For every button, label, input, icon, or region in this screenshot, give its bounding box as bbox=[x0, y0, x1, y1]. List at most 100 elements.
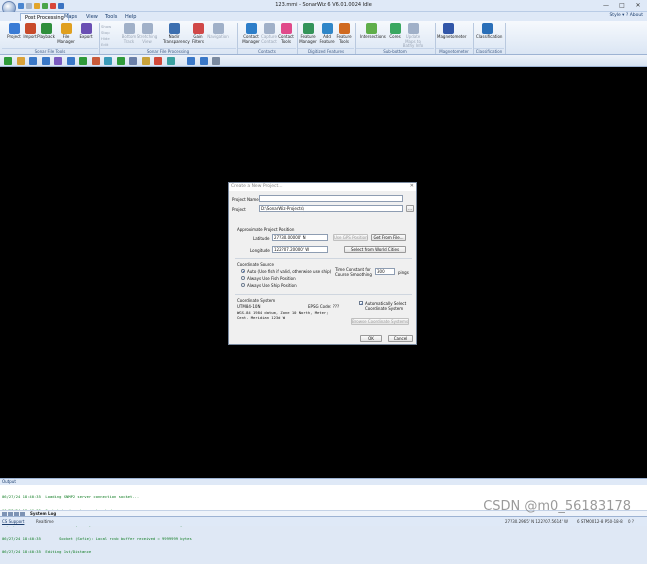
stretching-icon bbox=[141, 23, 153, 34]
dialog-close-icon[interactable]: ✕ bbox=[410, 183, 414, 189]
pan-icon[interactable] bbox=[16, 57, 25, 65]
tab-maps[interactable]: Maps bbox=[60, 13, 81, 21]
ribbon-button-classification[interactable]: Classification bbox=[476, 23, 502, 47]
contact-icon bbox=[280, 23, 292, 34]
radio-auto-label: Auto (Use fish if valid, otherwise use s… bbox=[247, 269, 332, 274]
measure-icon[interactable] bbox=[91, 57, 100, 65]
refresh-icon[interactable] bbox=[79, 57, 87, 65]
time-constant-input[interactable]: 300 bbox=[375, 268, 395, 275]
group-digitized-features: Digitized Features bbox=[298, 48, 354, 54]
status-support-link[interactable]: CS Support bbox=[2, 519, 24, 524]
ribbon: Project Import Playback File Manager Export B… bbox=[0, 21, 647, 55]
radio-fish[interactable] bbox=[241, 276, 245, 280]
auto-select-cs-checkbox[interactable]: ✓ bbox=[359, 301, 363, 306]
coordinate-system-title: Coordinate System bbox=[237, 298, 276, 303]
intersections-icon bbox=[365, 23, 377, 34]
longitude-input[interactable]: 122?07.20000' W bbox=[272, 246, 328, 253]
ribbon-button-label: File Manager bbox=[57, 34, 75, 44]
minimize-button[interactable]: — bbox=[598, 1, 614, 10]
radio-ship[interactable] bbox=[241, 283, 245, 287]
use-gps-position-button[interactable]: Use GPS Position bbox=[333, 234, 368, 241]
ribbon-button-label: Gain Filters bbox=[192, 34, 204, 44]
section-divider bbox=[235, 258, 412, 259]
project-name-input[interactable] bbox=[259, 195, 403, 202]
ribbon-button-nadir-transparency[interactable]: Nadir Transparency bbox=[163, 23, 190, 47]
epsg-code-label: EPSG Code: ??? bbox=[308, 304, 340, 309]
radio-auto[interactable] bbox=[241, 269, 245, 273]
ribbon-button-label: Nadir Transparency bbox=[163, 34, 190, 44]
mosaic-icon[interactable] bbox=[166, 57, 175, 65]
status-mode: Realtime bbox=[36, 519, 54, 524]
track-icon[interactable] bbox=[154, 57, 162, 65]
browse-folder-button[interactable]: ... bbox=[406, 205, 414, 212]
radio-ship-label: Always Use Ship Position bbox=[247, 283, 297, 288]
ribbon-button-label: Update Maps to Bathy Info bbox=[402, 34, 424, 48]
status-extra: 0 ? bbox=[628, 519, 634, 524]
ribbon-tabs: Post Processing Maps View Tools Help Sty… bbox=[0, 12, 647, 21]
zoom-window-icon[interactable] bbox=[66, 57, 75, 65]
pings-unit-label: pings bbox=[398, 270, 409, 275]
longitude-label: Longitude bbox=[250, 248, 270, 253]
ribbon-button-intersections[interactable]: Intersections bbox=[360, 23, 386, 47]
status-projection: 6 STM0012-8 P50-18-8 bbox=[577, 519, 623, 524]
ribbon-button-contact-tools[interactable]: Contact Tools bbox=[275, 23, 297, 47]
ribbon-button-label: Contact Tools bbox=[278, 34, 294, 44]
nadir-icon bbox=[168, 23, 180, 34]
zoom-extents-icon[interactable] bbox=[54, 57, 62, 65]
zoom-out-icon[interactable] bbox=[41, 57, 50, 65]
cancel-button[interactable]: Cancel bbox=[388, 335, 413, 342]
group-sub-bottom: Sub-bottom bbox=[356, 48, 434, 54]
cores-icon bbox=[389, 23, 401, 34]
ribbon-button-file-manager[interactable]: File Manager bbox=[55, 23, 77, 47]
grid-icon[interactable] bbox=[129, 57, 137, 65]
ribbon-button-gain-filters[interactable]: Gain Filters bbox=[187, 23, 209, 47]
course-smoothing-label: Course Smoothing bbox=[335, 272, 372, 277]
ribbon-button-update-maps-to-bathy-info[interactable]: Update Maps to Bathy Info bbox=[402, 23, 424, 48]
zoom-in-icon[interactable] bbox=[29, 57, 37, 65]
ribbon-button-playback[interactable]: Playback bbox=[35, 23, 57, 47]
feature-icon bbox=[338, 23, 350, 34]
status-cursor-position: 27?30.2965' N 122?07.5614' W bbox=[505, 519, 569, 524]
close-button[interactable]: ✕ bbox=[630, 1, 646, 10]
style-about-menu[interactable]: Style ▾ ? About bbox=[609, 13, 643, 18]
latitude-label: Latitude bbox=[253, 236, 270, 241]
forward-arrow-icon[interactable] bbox=[199, 57, 208, 65]
maximize-button[interactable]: □ bbox=[614, 1, 630, 10]
tab-tools[interactable]: Tools bbox=[101, 13, 121, 21]
ribbon-button-magnetometer[interactable]: Magnetometer bbox=[437, 23, 467, 47]
bathy-icon[interactable] bbox=[141, 57, 150, 65]
tab-help[interactable]: Help bbox=[121, 13, 140, 21]
project-name-label: Project Name bbox=[232, 197, 259, 202]
project-path-input[interactable]: D:\SonarWiz-Projects\ bbox=[259, 205, 403, 212]
map-toolbar bbox=[0, 55, 647, 67]
print-icon[interactable] bbox=[212, 57, 220, 65]
feature-icon bbox=[302, 23, 314, 34]
ribbon-button-label: Magnetometer bbox=[437, 34, 467, 39]
approx-position-title: Approximate Project Position bbox=[237, 227, 295, 232]
project-icon bbox=[8, 23, 20, 34]
ribbon-button-label: Playback bbox=[37, 34, 55, 39]
tab-view[interactable]: View bbox=[82, 13, 102, 21]
group-sonar-file-processing: Sonar File Processing bbox=[100, 48, 236, 54]
browse-coordinate-systems-button[interactable]: Browse Coordinate Systems bbox=[351, 318, 409, 325]
ribbon-button-navigation[interactable]: Navigation bbox=[207, 23, 229, 47]
ok-button[interactable]: OK bbox=[360, 335, 382, 342]
map-icon[interactable] bbox=[116, 57, 125, 65]
ribbon-button-stretching-view[interactable]: Stretching View bbox=[136, 23, 158, 47]
ribbon-button-label: Intersections bbox=[360, 34, 386, 39]
back-arrow-icon[interactable] bbox=[187, 57, 195, 65]
ribbon-button-feature-tools[interactable]: Feature Tools bbox=[333, 23, 355, 47]
bottom-icon bbox=[123, 23, 135, 34]
layer-icon[interactable] bbox=[104, 57, 112, 65]
utm-zone-label: UTM84-10N bbox=[237, 304, 261, 309]
radio-fish-label: Always Use Fish Position bbox=[247, 276, 296, 281]
latitude-input[interactable]: 27?30.00000' N bbox=[272, 234, 328, 241]
create-project-dialog: Create a New Project... ✕ Project Name P… bbox=[228, 182, 417, 345]
get-from-file-button[interactable]: Get From File... bbox=[371, 234, 406, 241]
capture-icon bbox=[263, 23, 275, 34]
select-arrow-icon[interactable] bbox=[4, 57, 12, 65]
select-world-cities-button[interactable]: Select from World Cities bbox=[344, 246, 406, 253]
ribbon-button-export[interactable]: Export bbox=[75, 23, 97, 47]
ribbon-button-label: Stretching View bbox=[136, 34, 158, 44]
auto-select-cs-label-2: Coordinate System bbox=[365, 306, 404, 311]
